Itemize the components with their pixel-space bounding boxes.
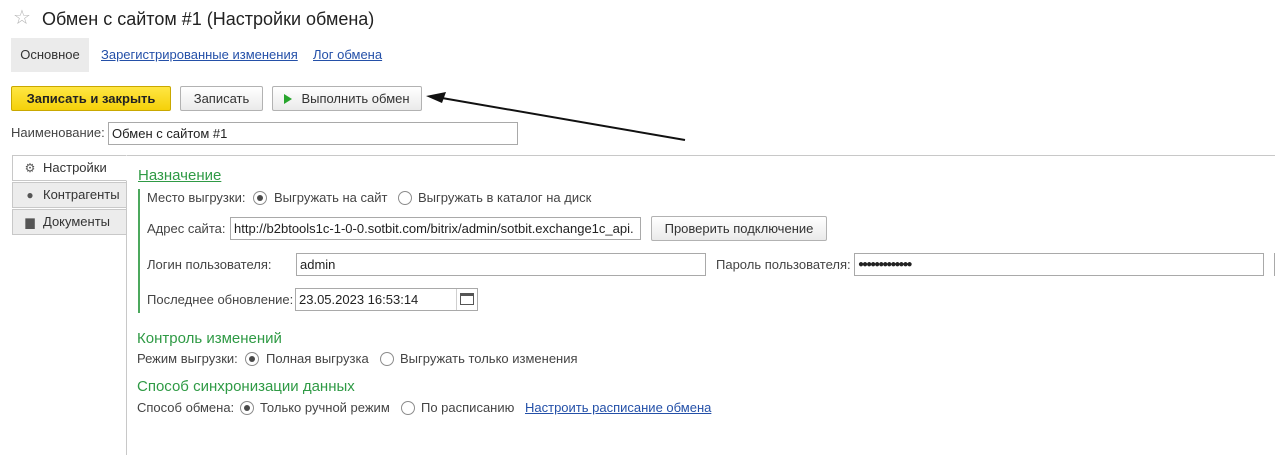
password-label: Пароль пользователя:: [716, 257, 851, 272]
sidetab-documents[interactable]: ▆ Документы: [12, 209, 127, 235]
radio-schedule[interactable]: [401, 401, 415, 415]
sidetab-label: Контрагенты: [43, 187, 120, 202]
gear-icon: ⚙: [24, 161, 36, 175]
sidetab-counterparties[interactable]: ● Контрагенты: [12, 182, 127, 208]
calendar-icon[interactable]: [460, 293, 474, 305]
page-title: Обмен с сайтом #1 (Настройки обмена): [42, 9, 375, 29]
section-title-destination[interactable]: Назначение: [138, 166, 221, 186]
site-address-input[interactable]: http://b2btools1c-1-0-0.sotbit.com/bitri…: [230, 217, 641, 240]
section-title-sync: Способ синхронизации данных: [137, 378, 355, 395]
radio-schedule-label: По расписанию: [421, 400, 515, 415]
radio-changes-only-label: Выгружать только изменения: [400, 351, 578, 366]
nav-link-exchange-log[interactable]: Лог обмена: [313, 38, 382, 72]
login-label: Логин пользователя:: [147, 257, 272, 272]
date-field-divider: [456, 289, 457, 310]
check-connection-button[interactable]: Проверить подключение: [651, 216, 827, 241]
radio-full-upload[interactable]: [245, 352, 259, 366]
run-exchange-button[interactable]: Выполнить обмен: [272, 86, 422, 111]
sidetab-label: Документы: [43, 214, 111, 229]
radio-upload-site-label: Выгружать на сайт: [274, 190, 388, 205]
password-input[interactable]: ●●●●●●●●●●●●●: [854, 253, 1264, 276]
name-input[interactable]: Обмен с сайтом #1: [108, 122, 518, 145]
document-icon: ▆: [25, 215, 35, 229]
play-icon: [284, 94, 293, 104]
run-exchange-label: Выполнить обмен: [301, 91, 410, 106]
radio-manual-mode-label: Только ручной режим: [260, 400, 390, 415]
upload-place-label: Место выгрузки:: [147, 190, 246, 205]
radio-manual-mode[interactable]: [240, 401, 254, 415]
radio-upload-disk-label: Выгружать в каталог на диск: [418, 190, 592, 205]
nav-link-registered-changes[interactable]: Зарегистрированные изменения: [101, 38, 298, 72]
sidetab-label: Настройки: [43, 160, 107, 175]
nav-tab-main[interactable]: Основное: [11, 38, 89, 72]
star-icon[interactable]: ☆: [13, 6, 31, 30]
site-address-label: Адрес сайта:: [147, 221, 226, 236]
section-group-bar: [138, 189, 140, 313]
tab-panel-top-border: [126, 155, 1275, 156]
section-title-changes: Контроль изменений: [137, 330, 282, 347]
radio-upload-disk[interactable]: [398, 191, 412, 205]
radio-upload-site[interactable]: [253, 191, 267, 205]
save-button[interactable]: Записать: [180, 86, 263, 111]
radio-full-upload-label: Полная выгрузка: [266, 351, 369, 366]
name-label: Наименование:: [11, 125, 105, 140]
upload-mode-label: Режим выгрузки:: [137, 351, 238, 366]
login-input[interactable]: admin: [296, 253, 706, 276]
configure-schedule-link[interactable]: Настроить расписание обмена: [525, 399, 711, 417]
last-update-input[interactable]: 23.05.2023 16:53:14: [295, 288, 478, 311]
save-and-close-button[interactable]: Записать и закрыть: [11, 86, 171, 111]
last-update-label: Последнее обновление:: [147, 292, 294, 307]
people-icon: ●: [26, 188, 34, 202]
radio-changes-only[interactable]: [380, 352, 394, 366]
sidetab-settings[interactable]: ⚙ Настройки: [12, 155, 127, 181]
exchange-method-label: Способ обмена:: [137, 400, 235, 415]
